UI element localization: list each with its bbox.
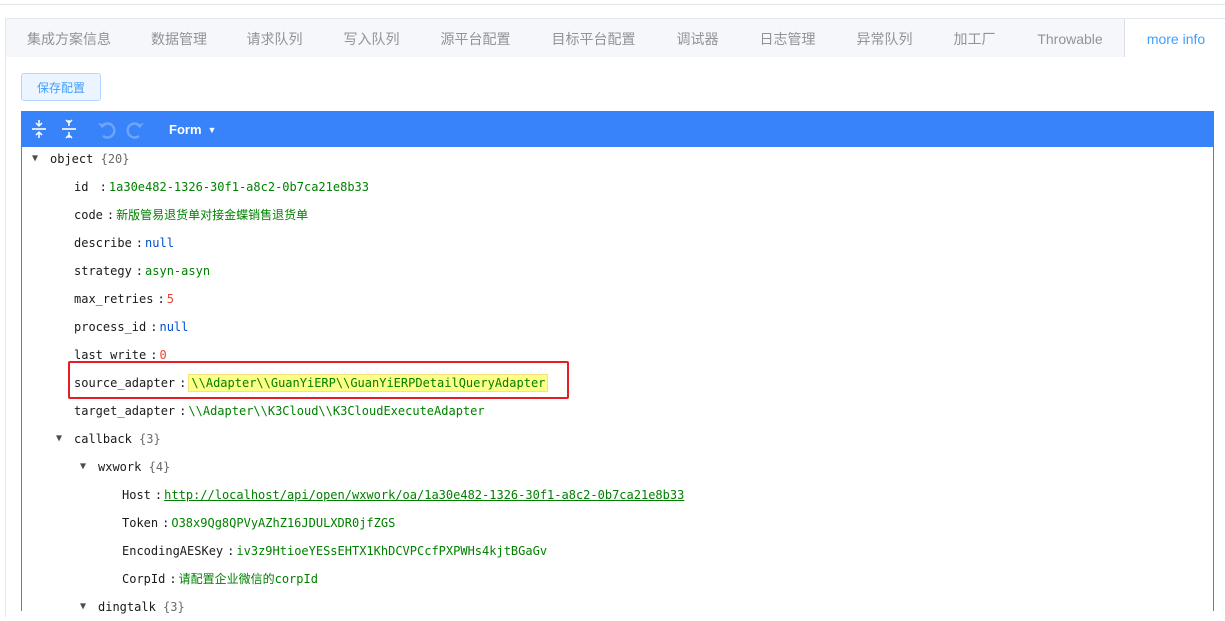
field-key[interactable]: strategy [74, 264, 132, 278]
dingtalk-count: {3} [163, 600, 185, 614]
field-value[interactable]: 5 [167, 292, 174, 306]
callback-node: callback {3} [74, 425, 161, 453]
field-key[interactable]: code [74, 208, 103, 222]
tree-row: process_id: null [74, 313, 188, 341]
tab-log-management[interactable]: 日志管理 [739, 19, 836, 58]
separator: : [135, 236, 144, 250]
separator: : [135, 264, 144, 278]
field-value[interactable]: null [159, 320, 188, 334]
separator: : [150, 348, 158, 362]
host-link[interactable]: http://localhost/api/open/wxwork/oa/1a30… [164, 488, 684, 502]
field-value[interactable]: O38x9Qg8QPVyAZhZ16JDULXDR0jfZGS [171, 516, 395, 530]
tab-processing-factory[interactable]: 加工厂 [933, 19, 1016, 58]
highlight-box [68, 361, 569, 399]
tree-row: EncodingAESKey: iv3z9HtioeYESsEHTX1KhDCVP… [122, 537, 547, 565]
tab-target-platform-config[interactable]: 目标平台配置 [531, 19, 656, 58]
dingtalk-node: dingtalk {3} [98, 593, 185, 621]
root-node: object {20} [50, 145, 130, 173]
expand-toggle-icon[interactable]: ▼ [28, 145, 42, 173]
dingtalk-key[interactable]: dingtalk [98, 600, 156, 614]
mode-label: Form [169, 122, 202, 137]
redo-icon[interactable] [125, 118, 147, 140]
tree-row: max_retries:5 [74, 285, 174, 313]
tree-row: CorpId: 请配置企业微信的corpId [122, 565, 318, 593]
wxwork-key[interactable]: wxwork [98, 460, 141, 474]
expand-toggle-icon[interactable]: ▼ [52, 425, 66, 453]
chevron-down-icon: ▼ [207, 125, 217, 135]
separator: : [179, 404, 187, 418]
expand-all-icon[interactable] [28, 118, 50, 140]
top-divider [0, 4, 1225, 5]
mode-dropdown[interactable]: Form ▼ [169, 112, 216, 147]
field-key[interactable]: id [74, 180, 88, 194]
tab-source-platform-config[interactable]: 源平台配置 [420, 19, 531, 58]
field-value[interactable]: asyn-asyn [145, 264, 210, 278]
separator: : [227, 544, 235, 558]
tree-row: code: 新版管易退货单对接金蝶销售退货单 [74, 201, 308, 229]
tab-bar: 集成方案信息 数据管理 请求队列 写入队列 源平台配置 目标平台配置 调试器 日… [5, 18, 1225, 59]
tree-row: id :1a30e482-1326-30f1-a8c2-0b7ca21e8b33 [74, 173, 369, 201]
tree-row: target_adapter: \\Adapter\\K3Cloud\\K3Clo… [74, 397, 485, 425]
tab-debugger[interactable]: 调试器 [656, 19, 739, 58]
root-count: {20} [100, 152, 130, 166]
tab-integration-info[interactable]: 集成方案信息 [6, 19, 132, 58]
field-key[interactable]: target_adapter [74, 404, 175, 418]
expand-toggle-icon[interactable]: ▼ [76, 593, 90, 621]
collapse-all-icon[interactable] [58, 118, 80, 140]
save-config-button[interactable]: 保存配置 [21, 73, 101, 101]
tab-request-queue[interactable]: 请求队列 [226, 19, 323, 58]
field-key[interactable]: max_retries [74, 292, 153, 306]
tab-exception-queue[interactable]: 异常队列 [836, 19, 933, 58]
tab-throwable[interactable]: Throwable [1016, 19, 1124, 58]
field-value[interactable]: 请配置企业微信的corpId [179, 572, 318, 586]
tab-more-info[interactable]: more info [1124, 19, 1225, 59]
callback-count: {3} [139, 432, 161, 446]
field-key[interactable]: last_write [74, 348, 146, 362]
field-key[interactable]: CorpId [122, 572, 165, 586]
tree-row: strategy: asyn-asyn [74, 257, 210, 285]
expand-toggle-icon[interactable]: ▼ [76, 453, 90, 481]
field-value[interactable]: null [145, 236, 174, 250]
separator: : [169, 572, 177, 586]
wxwork-count: {4} [148, 460, 171, 474]
field-value[interactable]: 1a30e482-1326-30f1-a8c2-0b7ca21e8b33 [109, 180, 369, 194]
tree-row: Token: O38x9Qg8QPVyAZhZ16JDULXDR0jfZGS [122, 509, 395, 537]
tab-write-queue[interactable]: 写入队列 [323, 19, 420, 58]
field-value[interactable]: 新版管易退货单对接金蝶销售退货单 [116, 208, 308, 222]
field-value[interactable]: iv3z9HtioeYESsEHTX1KhDCVPCcfPXPWHs4kjtBG… [236, 544, 547, 558]
field-value[interactable]: \\Adapter\\K3Cloud\\K3CloudExecuteAdapte… [188, 404, 484, 418]
undo-icon[interactable] [95, 118, 117, 140]
field-key[interactable]: describe [74, 236, 132, 250]
field-value[interactable]: 0 [159, 348, 166, 362]
field-key[interactable]: EncodingAESKey [122, 544, 223, 558]
field-key[interactable]: Token [122, 516, 158, 530]
separator: : [150, 320, 158, 334]
separator: : [154, 488, 163, 502]
root-key: object [50, 152, 94, 166]
wxwork-node: wxwork {4} [98, 453, 170, 481]
separator: : [157, 292, 165, 306]
separator: : [162, 516, 170, 530]
scrollbar[interactable] [1215, 60, 1225, 607]
field-key[interactable]: process_id [74, 320, 146, 334]
editor-menubar: Form ▼ [22, 112, 1213, 147]
separator: : [106, 208, 115, 222]
callback-key[interactable]: callback [74, 432, 132, 446]
tree-row: describe: null [74, 229, 174, 257]
field-key[interactable]: Host [122, 488, 151, 502]
tab-data-management[interactable]: 数据管理 [132, 19, 226, 58]
separator: : [92, 180, 107, 194]
tree-row: Host: http://localhost/api/open/wxwork/oa… [122, 481, 684, 509]
